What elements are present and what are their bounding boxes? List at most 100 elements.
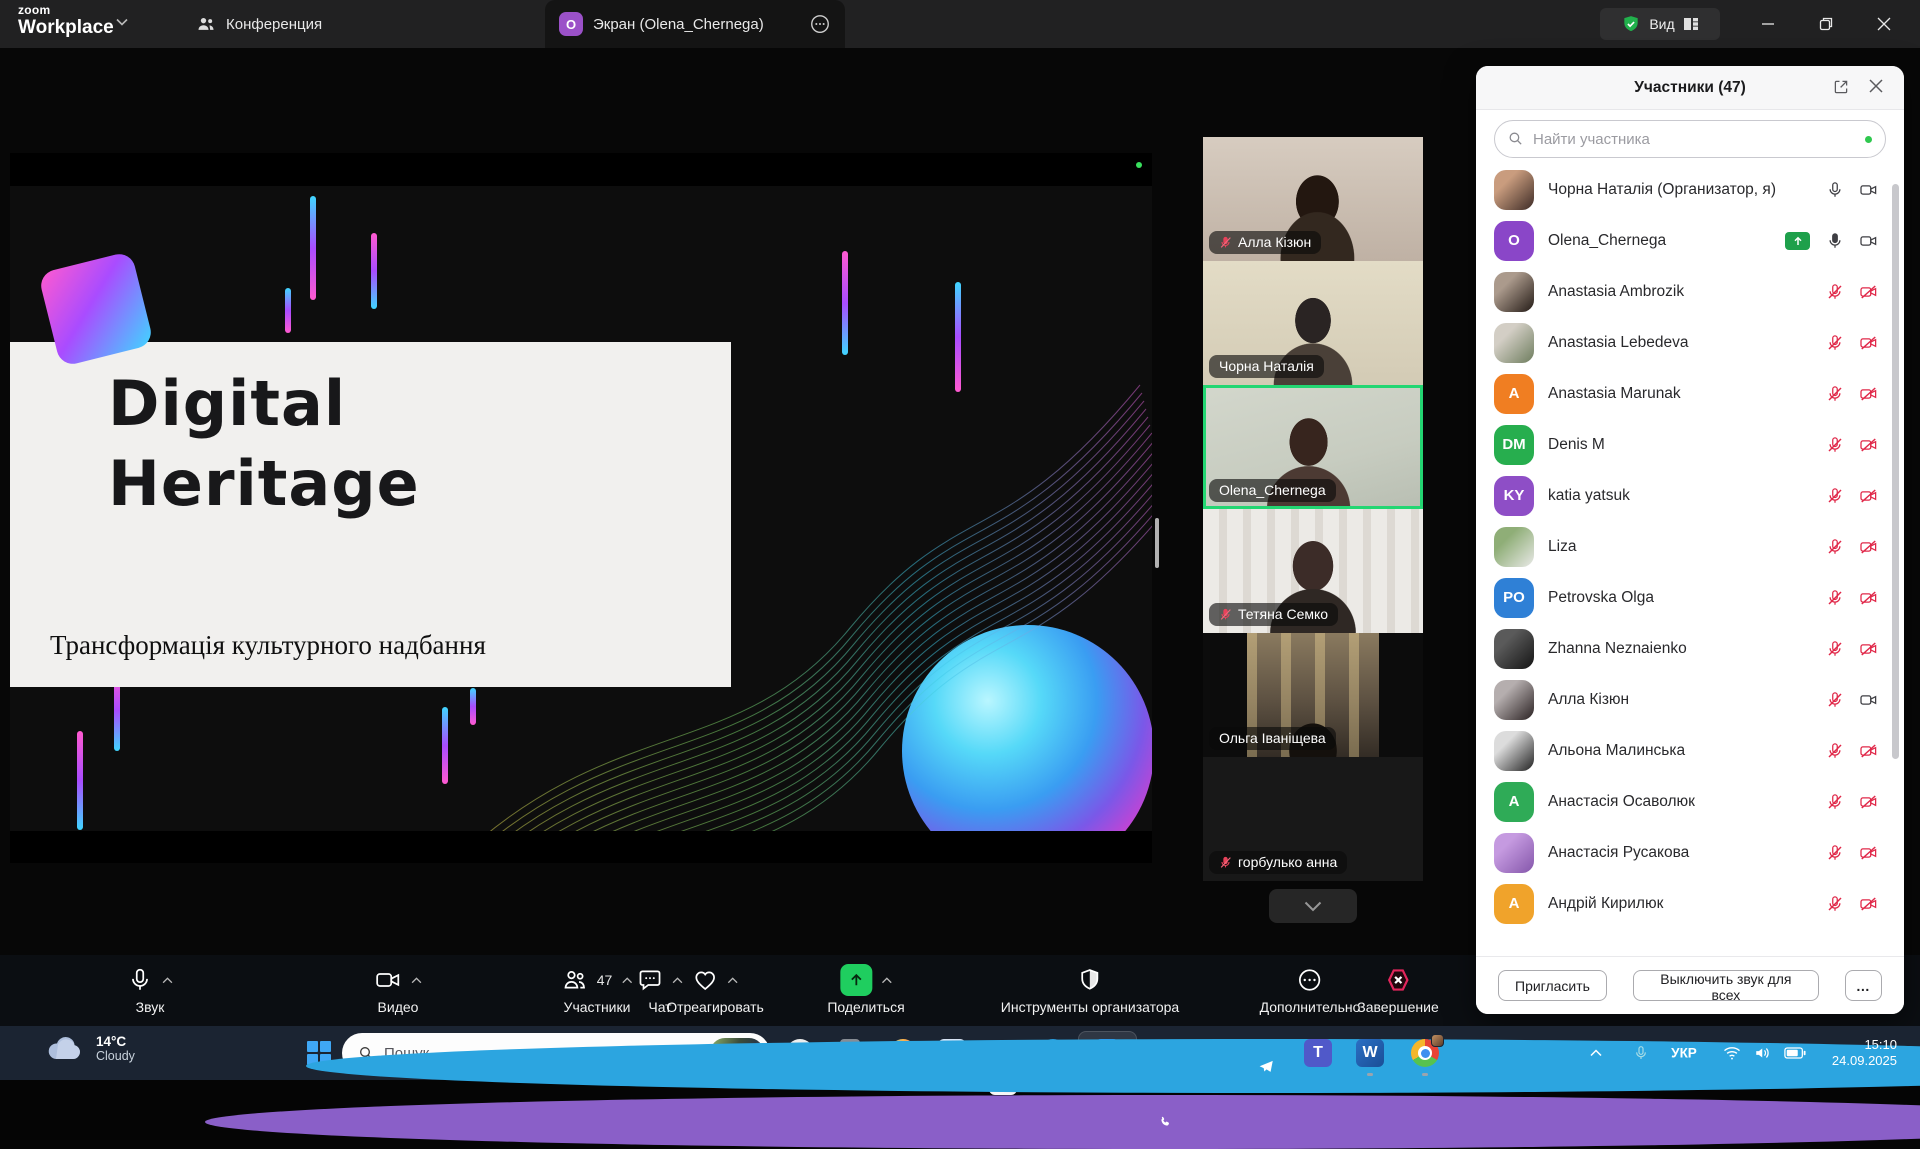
- video-thumbnail[interactable]: Ольга Іваніщева: [1203, 633, 1423, 757]
- participant-row[interactable]: Альона Малинська: [1476, 725, 1904, 776]
- camera-off-icon: [1859, 639, 1878, 658]
- video-button[interactable]: Видео: [374, 963, 422, 1015]
- tray-chevron-up-icon[interactable]: [1590, 1049, 1603, 1057]
- search-icon: [1507, 130, 1524, 147]
- participants-options-chevron[interactable]: [621, 977, 632, 984]
- participant-row[interactable]: Anastasia Lebedeva: [1476, 317, 1904, 368]
- more-participants-chevron-button[interactable]: [1269, 889, 1357, 923]
- more-button[interactable]: Дополнительно: [1260, 963, 1361, 1015]
- battery-icon[interactable]: [1784, 1047, 1806, 1059]
- screen-share-badge: [1785, 232, 1810, 250]
- avatar: [1494, 170, 1534, 210]
- participant-name: Андрій Кирилюк: [1548, 895, 1811, 913]
- video-thumbnail[interactable]: Тетяна Семко: [1203, 509, 1423, 633]
- participant-row[interactable]: Liza: [1476, 521, 1904, 572]
- video-thumbnail[interactable]: горбулько анна: [1203, 757, 1423, 881]
- footer-more-button[interactable]: …: [1845, 970, 1882, 1001]
- language-indicator[interactable]: УКР: [1671, 1046, 1697, 1061]
- people-icon: [196, 14, 216, 34]
- end-meeting-button[interactable]: Завершение: [1357, 963, 1438, 1015]
- participant-row[interactable]: Анастасія Русакова: [1476, 827, 1904, 878]
- host-tools-button[interactable]: Инструменты организатора: [1001, 963, 1179, 1015]
- content-scrollbar[interactable]: [1155, 518, 1159, 568]
- participant-row[interactable]: Алла Кізюн: [1476, 674, 1904, 725]
- participant-name: Альона Малинська: [1548, 742, 1811, 760]
- audio-options-chevron[interactable]: [162, 977, 173, 984]
- tray-date: 24.09.2025: [1832, 1053, 1897, 1069]
- volume-icon[interactable]: [1754, 1045, 1772, 1061]
- wave-lines-graphic: [440, 323, 1152, 863]
- weather-widget[interactable]: 14°C Cloudy: [46, 1034, 135, 1063]
- video-thumbnail[interactable]: Olena_Chernega: [1203, 385, 1423, 509]
- participant-name: Алла Кізюн: [1548, 691, 1811, 709]
- participant-row[interactable]: Чорна Наталія (Организатор, я): [1476, 164, 1904, 215]
- mic-muted-icon: [1825, 894, 1844, 913]
- react-button[interactable]: Отреагировать: [666, 963, 764, 1015]
- logo-chevron-down-icon[interactable]: [116, 18, 128, 26]
- popout-icon[interactable]: [1832, 78, 1850, 96]
- wifi-icon[interactable]: [1723, 1046, 1742, 1061]
- camera-off-icon: [1859, 486, 1878, 505]
- tab-screen-share[interactable]: O Экран (Olena_Chernega): [545, 0, 845, 48]
- participant-row[interactable]: DM Denis M: [1476, 419, 1904, 470]
- logo-workplace-text: Workplace: [18, 18, 114, 37]
- avatar: [1494, 833, 1534, 873]
- share-button[interactable]: Поделиться: [827, 963, 904, 1015]
- participant-row[interactable]: O Olena_Chernega: [1476, 215, 1904, 266]
- tab-conference[interactable]: Конференция: [190, 0, 328, 48]
- invite-button[interactable]: Пригласить: [1498, 970, 1607, 1001]
- titlebar: zoom Workplace Конференция O Экран (Olen…: [0, 0, 1920, 48]
- participant-row[interactable]: Anastasia Ambrozik: [1476, 266, 1904, 317]
- participant-row[interactable]: A Anastasia Marunak: [1476, 368, 1904, 419]
- audio-button[interactable]: Звук: [127, 963, 173, 1015]
- letterbox-bottom: [10, 831, 1152, 863]
- participant-row[interactable]: Zhanna Neznaienko: [1476, 623, 1904, 674]
- participant-row[interactable]: A Анастасія Осаволюк: [1476, 776, 1904, 827]
- react-options-chevron[interactable]: [727, 977, 738, 984]
- camera-off-icon: [1859, 588, 1878, 607]
- chrome-profile-icon[interactable]: [1411, 1039, 1439, 1067]
- view-button[interactable]: Вид: [1600, 8, 1720, 40]
- video-options-chevron[interactable]: [411, 977, 422, 984]
- participants-button[interactable]: 47 Участники: [562, 963, 633, 1015]
- participant-list-scrollbar[interactable]: [1892, 184, 1899, 759]
- search-participant-input[interactable]: [1494, 120, 1886, 158]
- mic-muted-icon: [1825, 792, 1844, 811]
- participants-count: 47: [597, 972, 613, 988]
- slide-title: Digital Heritage: [108, 364, 420, 524]
- mic-icon: [127, 967, 153, 993]
- camera-off-icon: [1859, 894, 1878, 913]
- shield-icon: [1077, 967, 1103, 993]
- teams-icon[interactable]: T: [1304, 1039, 1332, 1067]
- mic-muted-icon: [1825, 690, 1844, 709]
- mute-all-button[interactable]: Выключить звук для всех: [1633, 970, 1819, 1001]
- avatar: DM: [1494, 425, 1534, 465]
- taskbar-clock[interactable]: 15:10 24.09.2025: [1832, 1037, 1897, 1069]
- word-icon[interactable]: W: [1356, 1039, 1384, 1067]
- participant-name: katia yatsuk: [1548, 487, 1811, 505]
- avatar: KY: [1494, 476, 1534, 516]
- window-close-button[interactable]: [1861, 0, 1907, 48]
- video-thumbnail[interactable]: Чорна Наталія: [1203, 261, 1423, 385]
- more-icon: [1297, 967, 1323, 993]
- participant-row[interactable]: A Андрій Кирилюк: [1476, 878, 1904, 929]
- zoom-workplace-logo: zoom Workplace: [18, 4, 114, 37]
- avatar: [1494, 731, 1534, 771]
- window-restore-button[interactable]: [1803, 0, 1849, 48]
- mic-muted-icon: [1825, 741, 1844, 760]
- share-options-chevron[interactable]: [881, 977, 892, 984]
- view-label: Вид: [1649, 16, 1674, 32]
- tray-mic-icon[interactable]: [1633, 1044, 1649, 1062]
- viber-icon[interactable]: 93: [205, 1095, 1920, 1149]
- participant-name: Anastasia Lebedeva: [1548, 334, 1811, 352]
- participant-row[interactable]: KY katia yatsuk: [1476, 470, 1904, 521]
- participant-row[interactable]: PO Petrovska Olga: [1476, 572, 1904, 623]
- thumbnail-name: горбулько анна: [1238, 854, 1337, 870]
- tab-more-icon[interactable]: [809, 13, 831, 35]
- video-thumbnail[interactable]: Алла Кізюн: [1203, 137, 1423, 261]
- close-panel-icon[interactable]: [1868, 78, 1884, 94]
- video-thumbnail-strip: Алла Кізюн Чорна Наталія Olena_Chernega …: [1203, 137, 1423, 923]
- chat-icon: [637, 967, 663, 993]
- camera-off-icon: [1859, 537, 1878, 556]
- window-minimize-button[interactable]: [1745, 0, 1791, 48]
